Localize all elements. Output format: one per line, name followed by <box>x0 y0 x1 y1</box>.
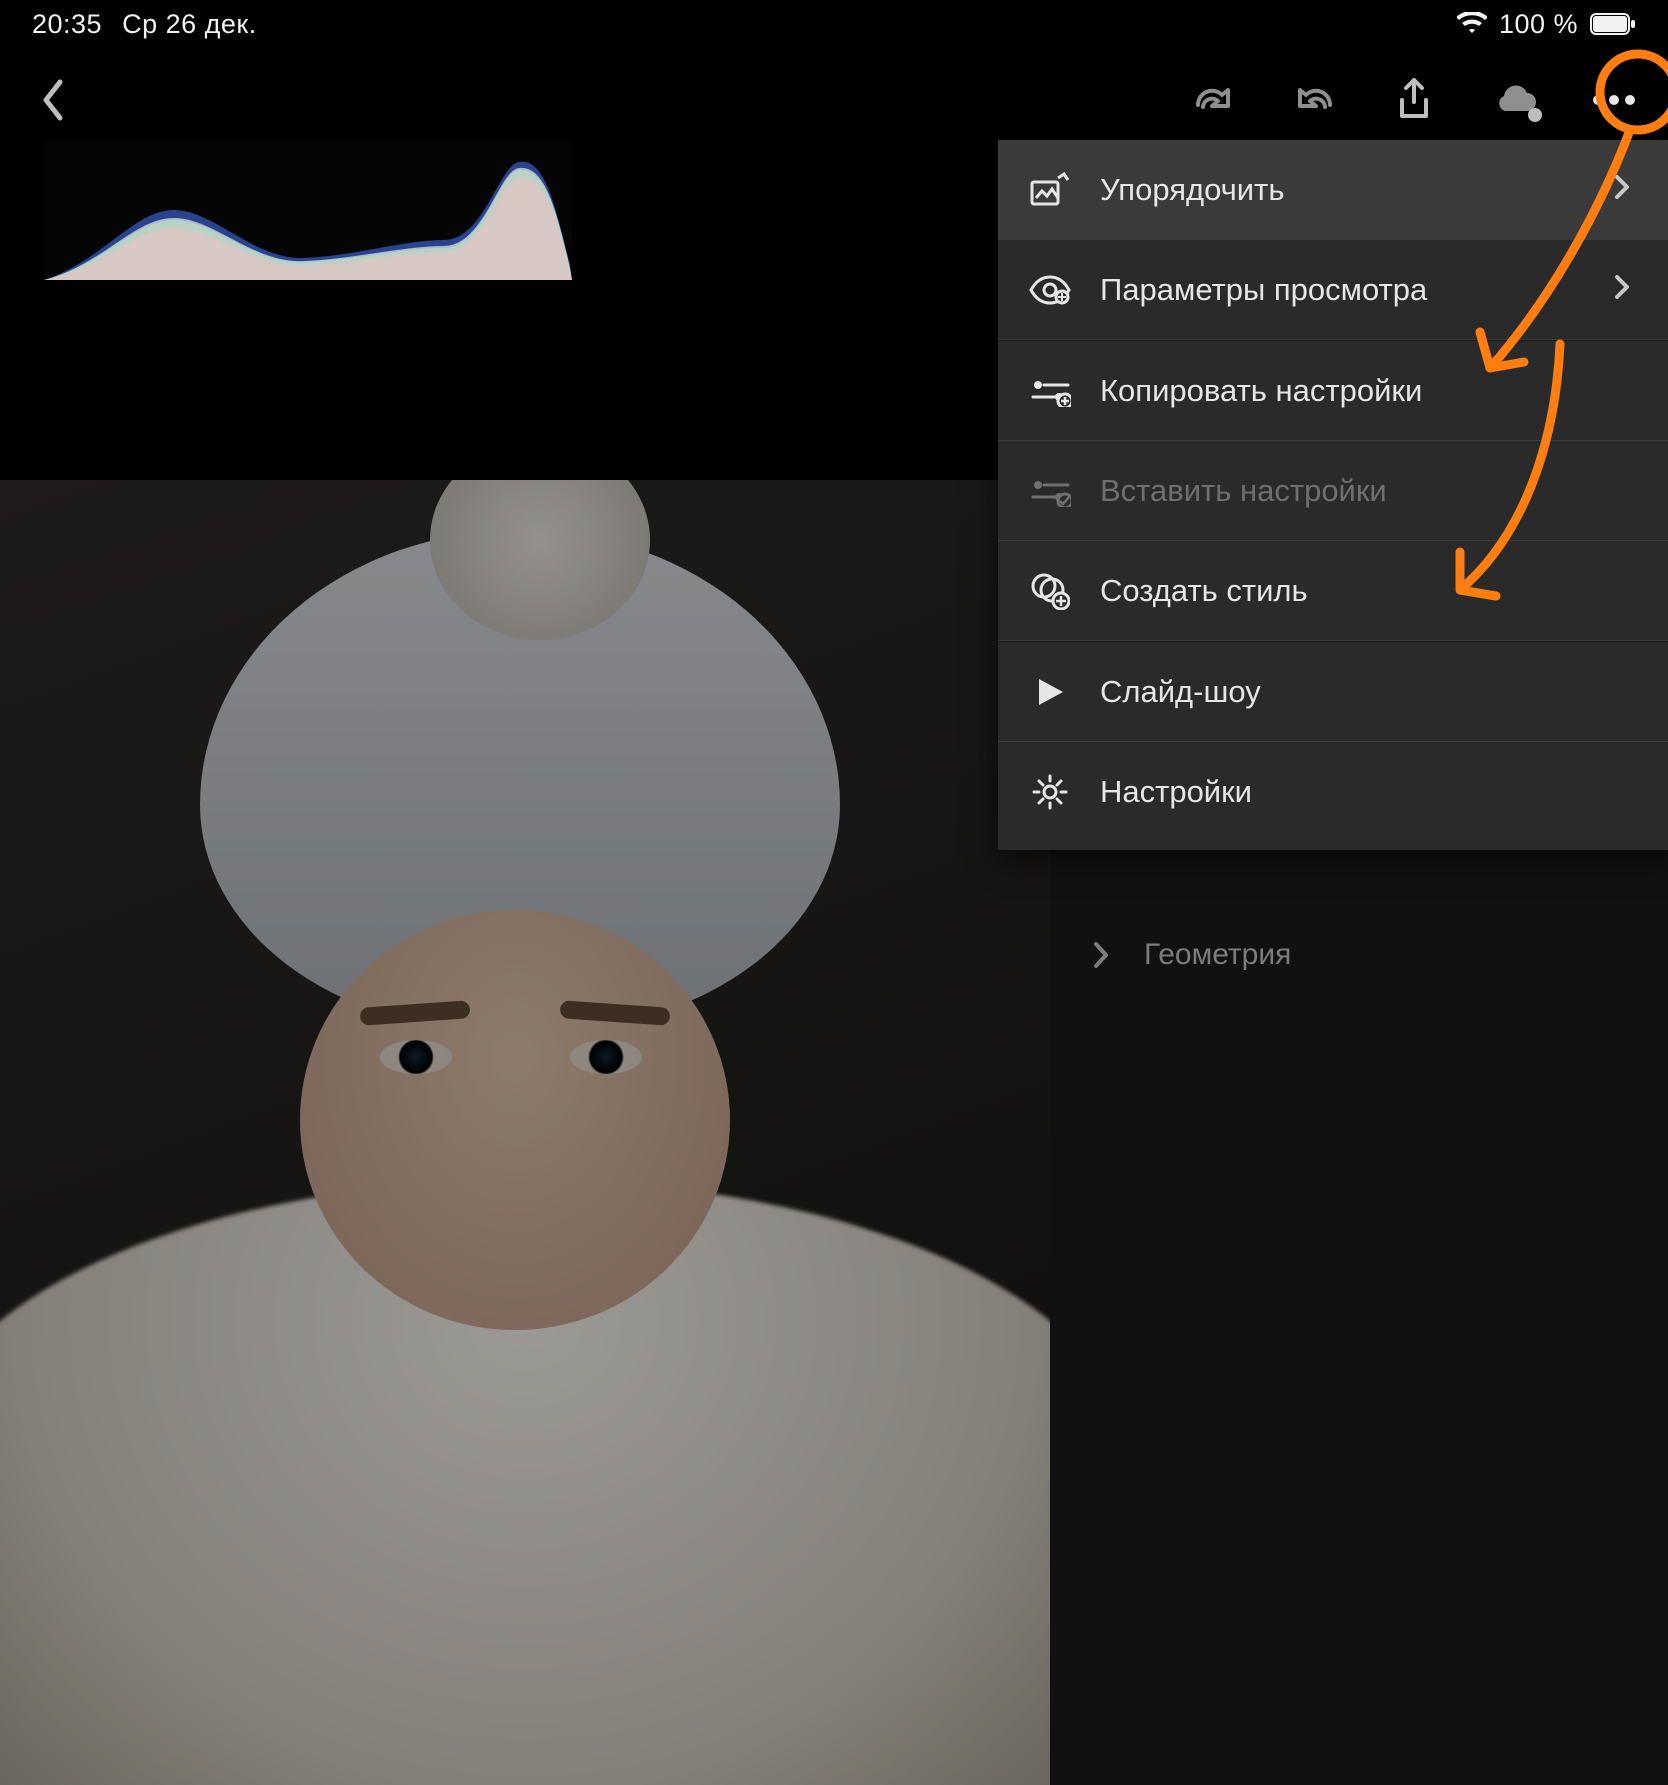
panel-row-geometry[interactable]: Геометрия <box>1050 910 1668 1000</box>
menu-item-paste-settings: Вставить настройки <box>998 441 1668 541</box>
menu-item-copy-settings[interactable]: Копировать настройки <box>998 341 1668 441</box>
create-preset-icon <box>1028 569 1072 613</box>
settings-icon <box>1028 770 1072 814</box>
chevron-right-icon <box>1614 272 1638 308</box>
copy-settings-icon <box>1028 369 1072 413</box>
undo-button[interactable] <box>1288 74 1340 126</box>
photo-canvas[interactable] <box>0 480 1050 1785</box>
view-options-icon <box>1028 268 1072 312</box>
menu-item-label: Параметры просмотра <box>1100 272 1586 308</box>
redo-button[interactable] <box>1188 74 1240 126</box>
menu-item-label: Настройки <box>1100 774 1638 810</box>
slideshow-icon <box>1028 670 1072 714</box>
back-button[interactable] <box>28 74 80 126</box>
panel-row-label: Геометрия <box>1144 938 1291 972</box>
clock-text: 20:35 <box>32 9 102 40</box>
menu-item-slideshow[interactable]: Слайд-шоу <box>998 642 1668 742</box>
more-options-menu: Упорядочить Параметры просмотра Копирова… <box>998 140 1668 850</box>
status-bar: 20:35 Ср 26 дек. 100 % <box>0 0 1668 48</box>
share-button[interactable] <box>1388 74 1440 126</box>
menu-item-label: Создать стиль <box>1100 573 1638 609</box>
menu-item-create-preset[interactable]: Создать стиль <box>998 541 1668 641</box>
battery-percent: 100 % <box>1499 9 1578 40</box>
menu-item-label: Копировать настройки <box>1100 373 1638 409</box>
menu-item-label: Вставить настройки <box>1100 473 1638 509</box>
menu-item-label: Упорядочить <box>1100 172 1586 208</box>
wifi-icon <box>1457 12 1487 36</box>
cloud-sync-button[interactable] <box>1488 74 1540 126</box>
paste-settings-icon <box>1028 469 1072 513</box>
battery-icon <box>1590 13 1636 35</box>
chevron-right-icon <box>1092 941 1110 969</box>
menu-item-label: Слайд-шоу <box>1100 674 1638 710</box>
chevron-right-icon <box>1614 172 1638 208</box>
organize-icon <box>1028 168 1072 212</box>
menu-item-organize[interactable]: Упорядочить <box>998 140 1668 240</box>
sync-status-dot <box>1528 108 1542 122</box>
menu-item-view-options[interactable]: Параметры просмотра <box>998 240 1668 340</box>
histogram-panel[interactable] <box>44 140 572 280</box>
date-text: Ср 26 дек. <box>122 9 257 40</box>
app-toolbar <box>0 60 1668 140</box>
more-options-button[interactable] <box>1588 74 1640 126</box>
menu-item-settings[interactable]: Настройки <box>998 742 1668 842</box>
